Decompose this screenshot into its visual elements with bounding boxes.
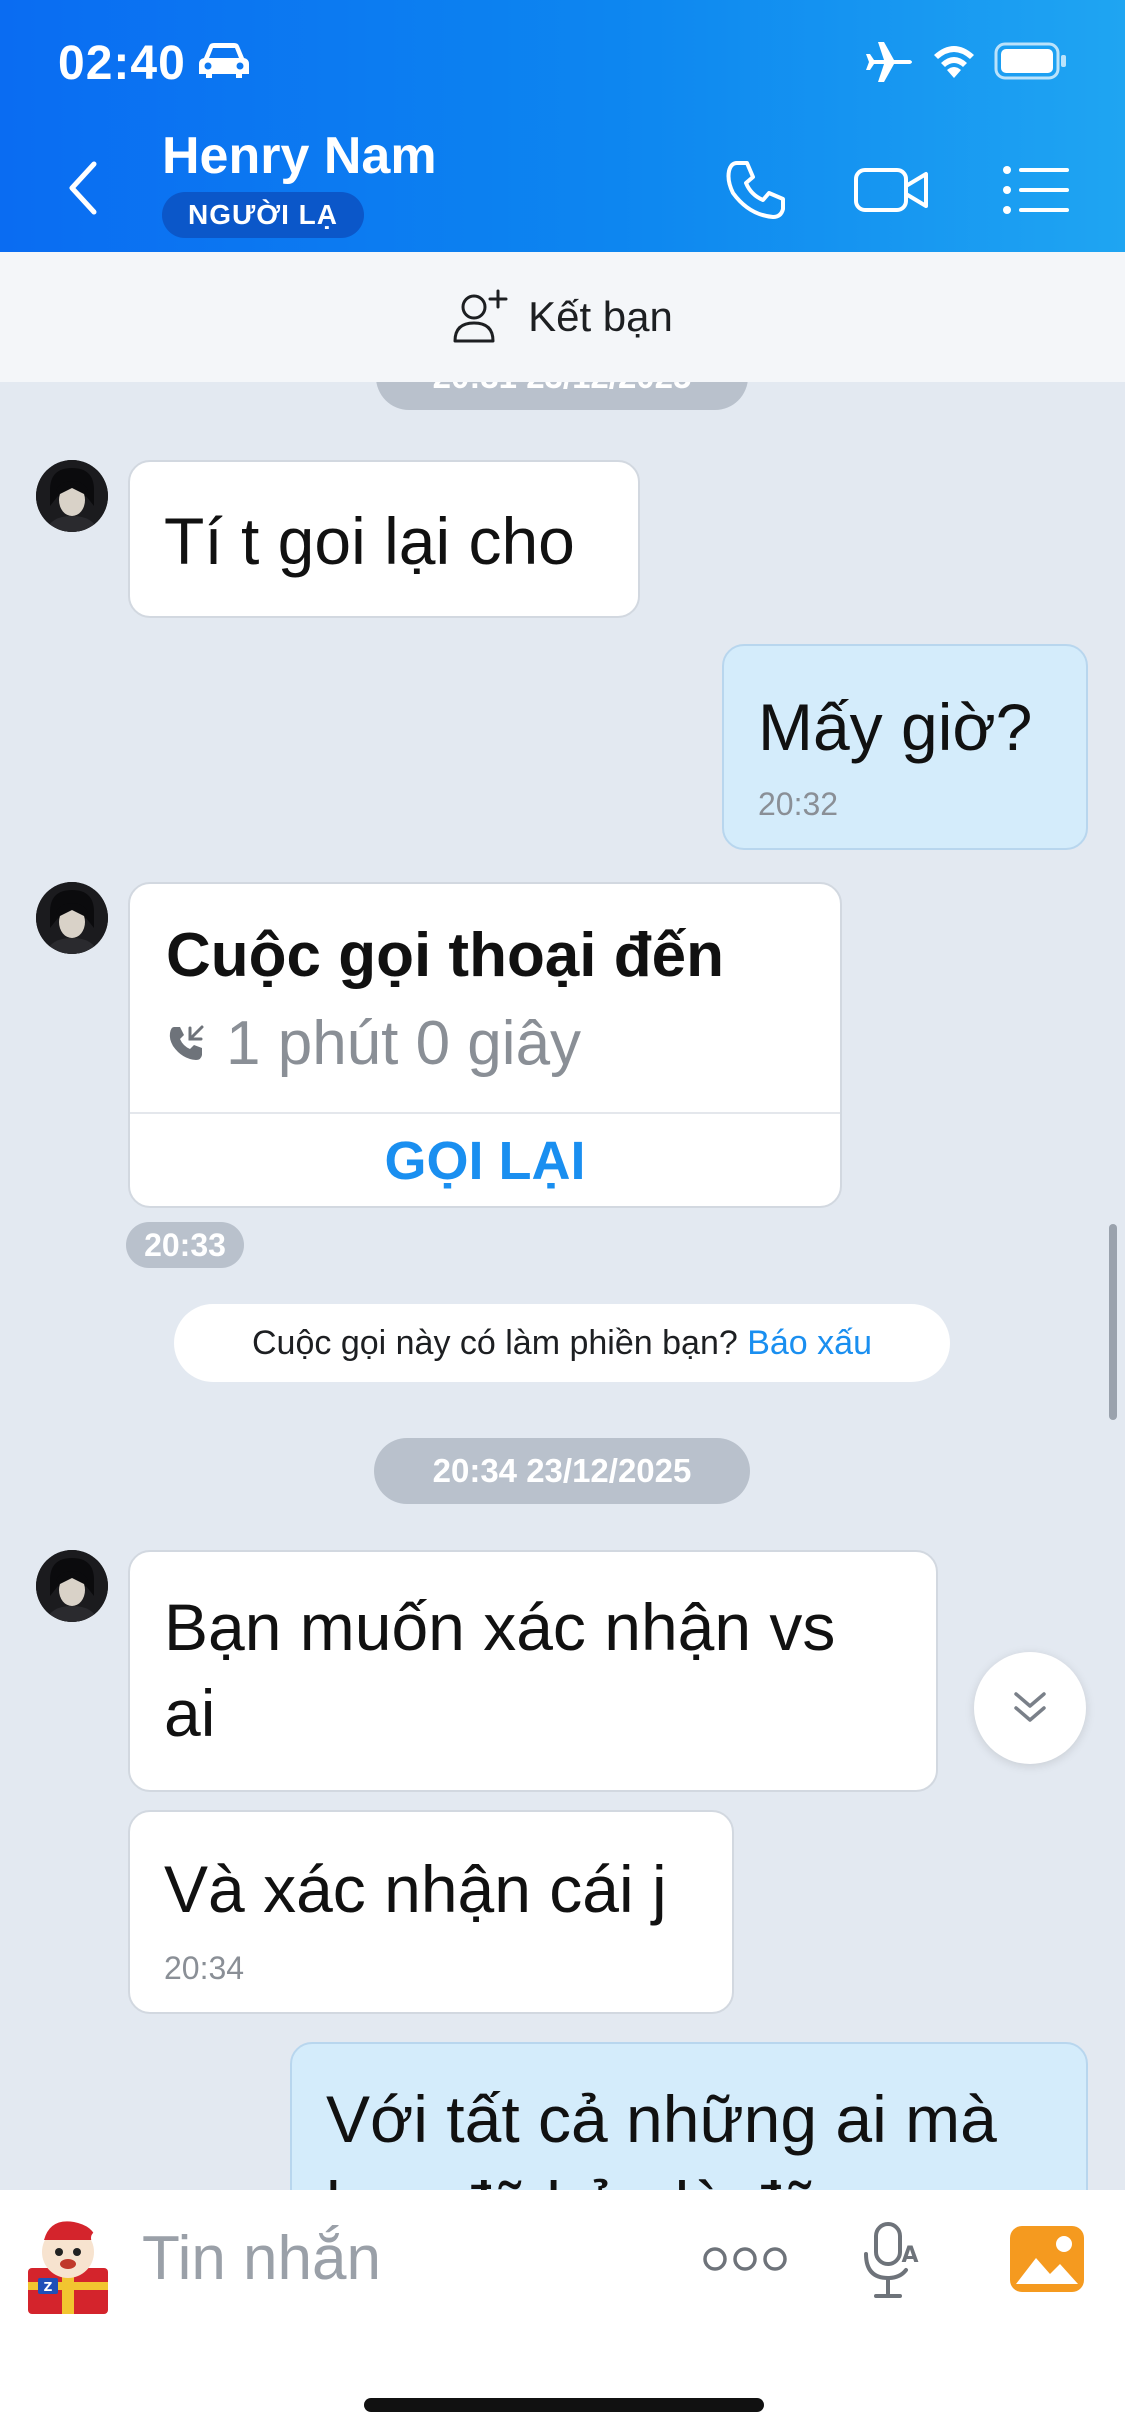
avatar-image bbox=[36, 460, 108, 532]
airplane-icon bbox=[866, 42, 912, 82]
message-time: 20:32 bbox=[758, 786, 839, 822]
message-list[interactable]: 20:31 23/12/2025 Tí t goi lại cho Mấy gi… bbox=[0, 382, 1125, 2190]
scroll-to-bottom-button[interactable] bbox=[974, 1652, 1086, 1764]
contact-name[interactable]: Henry Nam bbox=[162, 126, 437, 186]
chat-options-button[interactable] bbox=[996, 150, 1076, 230]
video-call-button[interactable] bbox=[852, 150, 932, 230]
call-back-button[interactable]: GỌI LẠI bbox=[130, 1114, 840, 1208]
photo-gallery-icon[interactable] bbox=[1008, 2224, 1086, 2294]
car-icon bbox=[199, 43, 249, 78]
message-bubble[interactable]: Và xác nhận cái j 20:34 bbox=[128, 1810, 734, 2014]
avatar[interactable] bbox=[36, 882, 108, 954]
message-text: Và xác nhận cái j bbox=[164, 1852, 667, 1926]
add-friend-icon bbox=[453, 289, 508, 343]
home-indicator bbox=[364, 2398, 764, 2412]
message-bubble-mine[interactable]: Với tất cả những ai mà bạn đã bảo là đã bbox=[290, 2042, 1088, 2190]
avatar[interactable] bbox=[36, 1550, 108, 1622]
message-text: Với tất cả những ai mà bạn đã bảo là đã bbox=[326, 2082, 997, 2190]
add-friend-bar[interactable]: Kết bạn bbox=[0, 252, 1125, 382]
message-bubble[interactable]: Bạn muốn xác nhận vs ai bbox=[128, 1550, 938, 1792]
voice-call-button[interactable] bbox=[716, 150, 796, 230]
list-menu-icon bbox=[1003, 166, 1069, 214]
message-bubble-mine[interactable]: Mấy giờ? 20:32 bbox=[722, 644, 1088, 850]
svg-text:A: A bbox=[901, 2243, 918, 2268]
sticker-icon[interactable]: Z bbox=[18, 2210, 118, 2316]
report-call-prompt: Cuộc gọi này có làm phiền bạn? Báo xấu bbox=[174, 1304, 950, 1382]
status-time: 02:40 bbox=[58, 37, 186, 90]
date-separator: 20:34 23/12/2025 bbox=[374, 1438, 750, 1504]
stranger-badge: NGƯỜI LẠ bbox=[162, 192, 364, 238]
avatar-image bbox=[36, 882, 108, 954]
more-options-icon[interactable] bbox=[700, 2234, 790, 2284]
call-title: Cuộc gọi thoại đến bbox=[166, 921, 724, 990]
message-text: Mấy giờ? bbox=[758, 690, 1033, 764]
message-time: 20:33 bbox=[126, 1222, 244, 1268]
avatar-image bbox=[36, 1550, 108, 1622]
message-time: 20:34 bbox=[164, 1950, 245, 1986]
avatar[interactable] bbox=[36, 460, 108, 532]
date-separator: 20:31 23/12/2025 bbox=[376, 382, 748, 410]
message-text: Tí t goi lại cho bbox=[164, 504, 575, 578]
phone-icon bbox=[726, 161, 785, 219]
chat-header: 02:40 Henry Nam NGƯỜI LẠ bbox=[0, 0, 1125, 252]
incoming-call-icon bbox=[169, 1025, 204, 1060]
call-duration-text: 1 phút 0 giây bbox=[226, 1009, 582, 1078]
battery-icon bbox=[994, 42, 1066, 80]
call-duration: 1 phút 0 giây bbox=[166, 1008, 581, 1079]
message-input[interactable] bbox=[142, 2218, 662, 2298]
scrollbar[interactable] bbox=[1109, 1224, 1117, 1420]
message-bubble[interactable]: Tí t goi lại cho bbox=[128, 460, 640, 618]
incoming-call-card: Cuộc gọi thoại đến 1 phút 0 giây GỌI LẠI bbox=[128, 882, 842, 1208]
svg-text:Z: Z bbox=[44, 2280, 53, 2294]
wifi-icon bbox=[934, 46, 974, 78]
message-text: Bạn muốn xác nhận vs ai bbox=[164, 1590, 836, 1750]
report-question: Cuộc gọi này có làm phiền bạn? bbox=[252, 1324, 738, 1362]
double-chevron-down-icon bbox=[1014, 1692, 1046, 1722]
back-arrow-icon[interactable] bbox=[64, 160, 104, 216]
video-camera-icon bbox=[854, 168, 928, 212]
add-friend-label: Kết bạn bbox=[528, 293, 673, 340]
voice-to-text-mic-icon[interactable]: A bbox=[860, 2220, 924, 2300]
report-link[interactable]: Báo xấu bbox=[747, 1324, 872, 1362]
